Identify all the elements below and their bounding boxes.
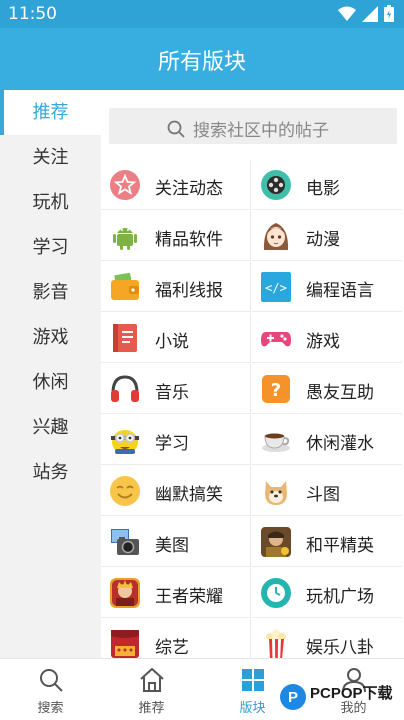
board-label: 电影	[306, 179, 340, 199]
board-label: 美图	[155, 536, 189, 556]
category-sidebar: 推荐 关注 玩机 学习 影音 游戏 休闲 兴趣 站务	[0, 90, 101, 658]
sidebar-item-interest[interactable]: 兴趣	[0, 405, 101, 450]
svg-text:?: ?	[271, 380, 281, 401]
board-item[interactable]: 娱乐八卦	[252, 619, 402, 658]
stage-icon	[111, 630, 139, 658]
sidebar-item-recommend[interactable]: 推荐	[0, 90, 101, 135]
minion-icon	[111, 430, 139, 454]
sidebar-item-study[interactable]: 学习	[0, 225, 101, 270]
board-label: 福利线报	[155, 281, 223, 301]
sidebar-item-follow[interactable]: 关注	[0, 135, 101, 180]
gamepad-icon	[261, 332, 291, 347]
coffee-cup-icon	[262, 433, 290, 452]
smiley-icon	[110, 476, 140, 506]
sidebar-item-leisure[interactable]: 休闲	[0, 360, 101, 405]
board-item[interactable]: 玩机广场	[252, 568, 402, 618]
game-hero-icon	[261, 527, 291, 557]
board-item[interactable]: 关注动态	[101, 160, 251, 210]
pcpop-logo-icon: P	[280, 684, 306, 710]
board-label: 娱乐八卦	[306, 638, 374, 658]
board-item[interactable]: 学习	[101, 415, 251, 465]
signal-icon	[362, 5, 378, 22]
board-item[interactable]: 动漫	[252, 211, 402, 261]
nav-label: 搜索	[37, 701, 64, 716]
popcorn-icon	[266, 629, 286, 658]
board-label: 王者荣耀	[155, 587, 223, 607]
clock-icon	[261, 578, 291, 608]
book-icon	[113, 324, 137, 352]
board-label: 幽默搞笑	[155, 485, 223, 505]
code-icon: </>	[261, 272, 291, 302]
battery-icon	[384, 5, 394, 22]
board-panel: 搜索社区中的帖子 关注动态 电影 精品软件 动漫 福利线报 </> 编程语言 小…	[101, 90, 404, 658]
board-label: 小说	[155, 332, 189, 352]
board-item[interactable]: ? 愚友互助	[252, 364, 402, 414]
board-item[interactable]: 和平精英	[252, 517, 402, 567]
wallet-icon	[111, 272, 139, 300]
board-item[interactable]: </> 编程语言	[252, 262, 402, 312]
status-time: 11:50	[8, 4, 57, 24]
nav-search[interactable]: 搜索	[0, 659, 101, 720]
board-item[interactable]: 休闲灌水	[252, 415, 402, 465]
board-item[interactable]: 福利线报	[101, 262, 251, 312]
title-bar: 所有版块	[0, 28, 404, 90]
board-label: 游戏	[306, 332, 340, 352]
board-item[interactable]: 精品软件	[101, 211, 251, 261]
search-icon	[40, 669, 63, 692]
headphones-icon	[111, 375, 139, 402]
wifi-icon	[338, 6, 356, 21]
board-label: 休闲灌水	[306, 434, 374, 454]
board-item[interactable]: 游戏	[252, 313, 402, 363]
svg-text:P: P	[288, 689, 298, 706]
android-icon	[113, 228, 137, 250]
status-icons	[338, 5, 394, 22]
home-icon	[140, 667, 164, 692]
board-label: 动漫	[306, 230, 340, 250]
board-item[interactable]: 音乐	[101, 364, 251, 414]
nav-label: 推荐	[138, 701, 165, 716]
page-title: 所有版块	[157, 50, 246, 75]
board-label: 关注动态	[155, 179, 223, 199]
search-input[interactable]: 搜索社区中的帖子	[109, 108, 397, 144]
sidebar-item-media[interactable]: 影音	[0, 270, 101, 315]
board-item[interactable]: 电影	[252, 160, 402, 210]
board-label: 玩机广场	[306, 587, 374, 607]
svg-text:</>: </>	[265, 281, 287, 295]
board-item[interactable]: 综艺	[101, 619, 251, 658]
sidebar-item-phone[interactable]: 玩机	[0, 180, 101, 225]
watermark-logo: P PCPOP下载	[278, 676, 404, 720]
anime-girl-icon	[263, 223, 289, 250]
star-badge-icon	[110, 170, 140, 200]
board-item[interactable]: 幽默搞笑	[101, 466, 251, 516]
board-label: 编程语言	[306, 281, 374, 301]
doge-icon	[265, 481, 287, 505]
status-bar: 11:50	[0, 0, 404, 28]
search-icon	[167, 120, 185, 138]
board-item[interactable]: 王者荣耀	[101, 568, 251, 618]
question-icon: ?	[262, 375, 290, 403]
board-label: 和平精英	[306, 536, 374, 556]
search-placeholder: 搜索社区中的帖子	[193, 121, 329, 141]
board-label: 综艺	[155, 638, 189, 658]
nav-recommend[interactable]: 推荐	[101, 659, 202, 720]
board-label: 精品软件	[155, 230, 223, 250]
sidebar-item-site[interactable]: 站务	[0, 450, 101, 495]
board-item[interactable]: 斗图	[252, 466, 402, 516]
watermark-text: PCPOP下载	[310, 685, 393, 702]
board-label: 音乐	[155, 383, 189, 403]
grid-icon	[242, 669, 264, 691]
sidebar-item-games[interactable]: 游戏	[0, 315, 101, 360]
board-label: 学习	[155, 434, 189, 454]
camera-icon	[111, 529, 139, 555]
board-item[interactable]: 美图	[101, 517, 251, 567]
film-reel-icon	[261, 170, 291, 200]
board-item[interactable]: 小说	[101, 313, 251, 363]
board-label: 斗图	[306, 485, 340, 505]
game-king-icon	[110, 578, 140, 608]
board-label: 愚友互助	[306, 383, 374, 403]
